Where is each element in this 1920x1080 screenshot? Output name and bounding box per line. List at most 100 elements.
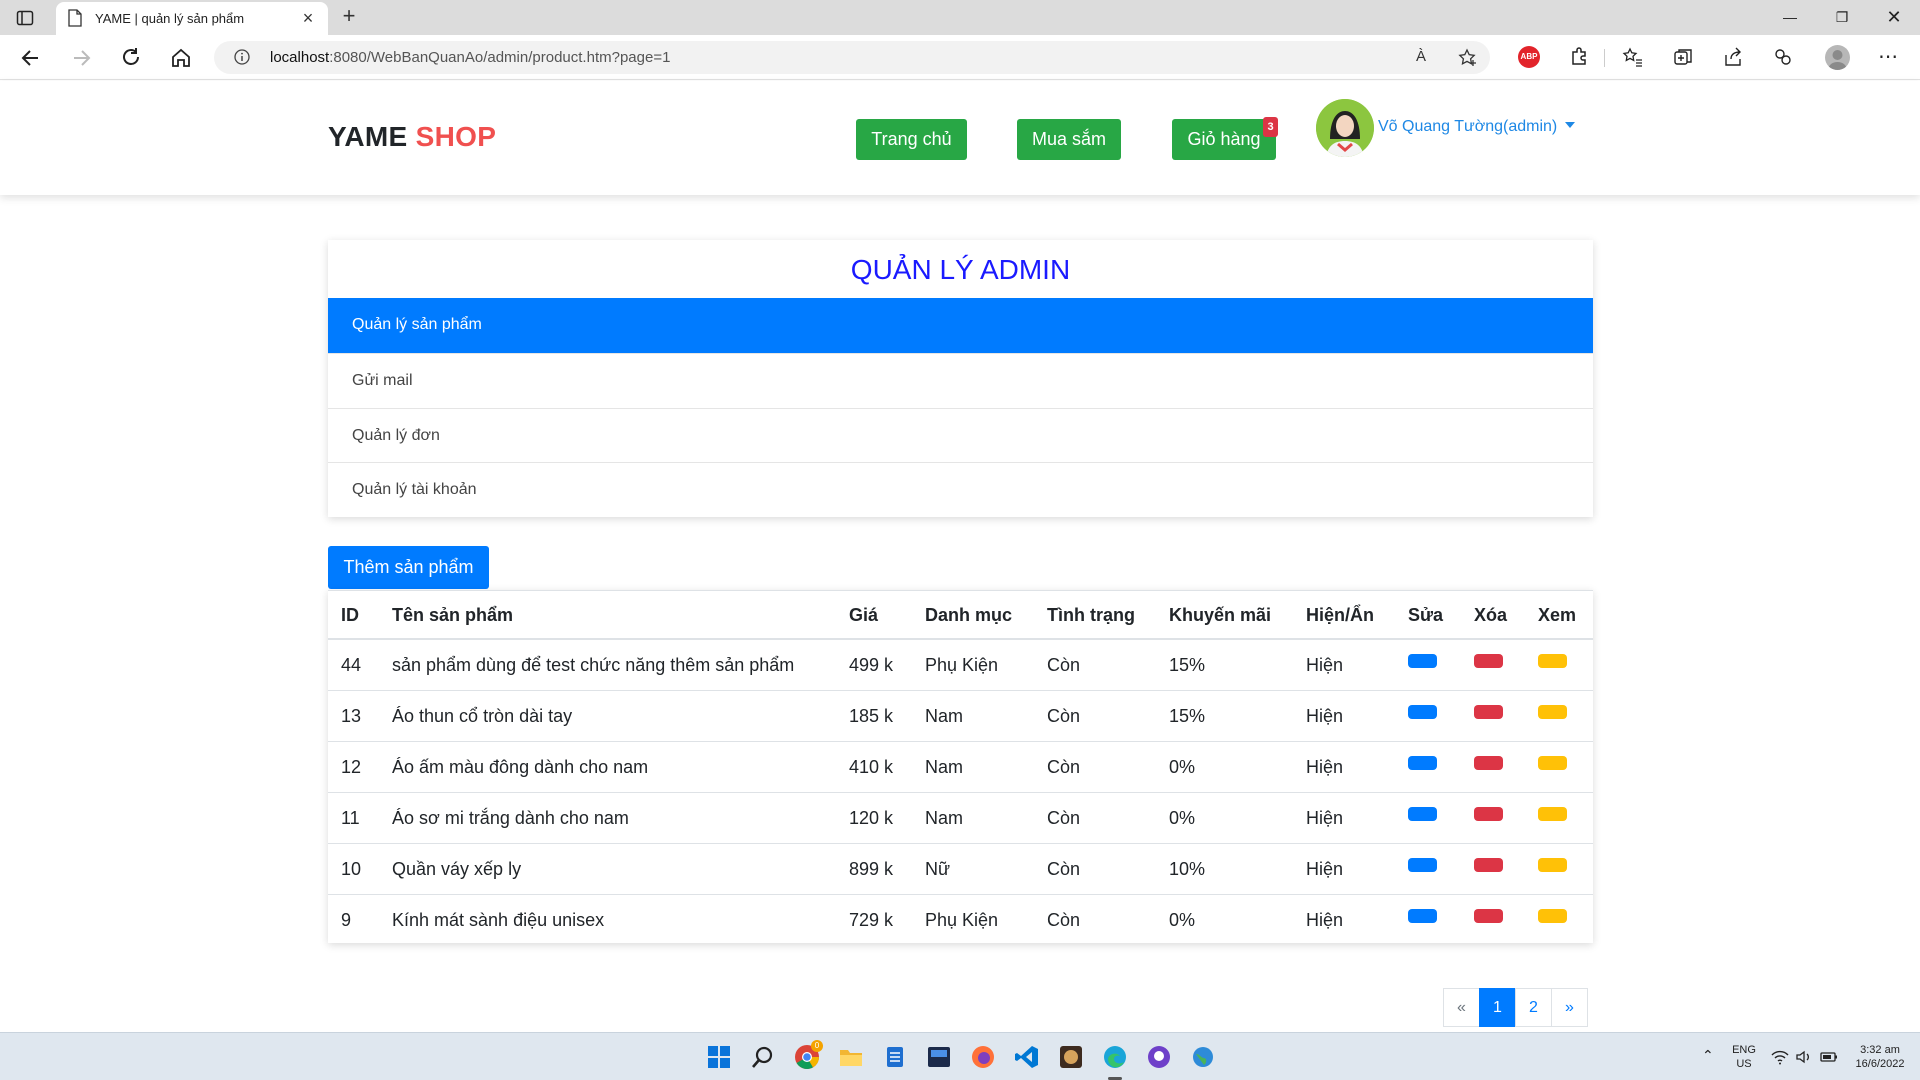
back-icon[interactable]	[18, 45, 44, 71]
table-header: ID Tên sản phẩm Giá Danh mục Tình trạng …	[328, 590, 1593, 640]
battery-icon[interactable]	[1819, 1048, 1839, 1066]
edit-button[interactable]	[1408, 807, 1437, 821]
favorites-icon[interactable]	[1622, 46, 1644, 68]
delete-button[interactable]	[1474, 705, 1503, 719]
view-button[interactable]	[1538, 909, 1567, 923]
edit-button[interactable]	[1408, 858, 1437, 872]
edit-button[interactable]	[1408, 756, 1437, 770]
new-tab-icon[interactable]: +	[338, 5, 360, 28]
user-avatar[interactable]	[1316, 99, 1374, 157]
header-edit: Sửa	[1408, 605, 1444, 625]
cell-category: Phụ Kiện	[925, 655, 999, 675]
brand-logo[interactable]: YAME SHOP	[328, 121, 496, 153]
browser-tab-bar: YAME | quản lý sản phẩm × + — ❐ ✕	[0, 0, 1920, 35]
browser-tab[interactable]: YAME | quản lý sản phẩm ×	[56, 2, 328, 35]
edit-button[interactable]	[1408, 654, 1437, 668]
header-visibility: Hiện/Ẩn	[1306, 605, 1375, 625]
header-name: Tên sản phẩm	[392, 605, 514, 625]
cell-status: Còn	[1047, 859, 1081, 879]
admin-menu-accounts[interactable]: Quản lý tài khoản	[328, 462, 1593, 517]
cell-category: Nữ	[925, 859, 951, 879]
tray-overflow-icon[interactable]: ⌃	[1702, 1047, 1714, 1064]
admin-menu-send-mail[interactable]: Gửi mail	[328, 353, 1593, 408]
view-button[interactable]	[1538, 654, 1567, 668]
delete-button[interactable]	[1474, 756, 1503, 770]
nav-shop-button[interactable]: Mua sắm	[1017, 119, 1121, 160]
github-desktop-icon[interactable]	[1146, 1044, 1172, 1070]
firefox-icon[interactable]	[970, 1044, 996, 1070]
edit-button[interactable]	[1408, 909, 1437, 923]
favorite-add-icon[interactable]	[1458, 48, 1478, 68]
volume-icon[interactable]	[1795, 1048, 1813, 1066]
view-button[interactable]	[1538, 756, 1567, 770]
edge-icon[interactable]	[1102, 1044, 1128, 1070]
profile-avatar[interactable]	[1825, 45, 1850, 70]
pagination: « 1 2 »	[1443, 988, 1588, 1027]
search-icon[interactable]	[750, 1044, 776, 1070]
page-next-button[interactable]: »	[1551, 988, 1588, 1027]
cell-id: 10	[341, 859, 362, 879]
read-aloud-icon[interactable]: À	[1416, 48, 1436, 68]
chrome-badge: 0	[811, 1040, 823, 1052]
globe-app-icon[interactable]	[1190, 1044, 1216, 1070]
clock[interactable]: 3:32 am 16/6/2022	[1848, 1043, 1912, 1071]
page-1-button[interactable]: 1	[1479, 988, 1516, 1027]
workspace-icon[interactable]	[1772, 46, 1794, 68]
delete-button[interactable]	[1474, 654, 1503, 668]
delete-button[interactable]	[1474, 909, 1503, 923]
page-prev-button[interactable]: «	[1443, 988, 1480, 1027]
collections-icon[interactable]	[1672, 46, 1694, 68]
file-explorer-icon[interactable]	[838, 1044, 864, 1070]
cell-visibility: Hiện	[1306, 859, 1344, 879]
cart-count-badge: 3	[1263, 117, 1278, 137]
address-bar[interactable]: localhost:8080/WebBanQuanAo/admin/produc…	[214, 41, 1490, 74]
add-product-button[interactable]: Thêm sản phẩm	[328, 546, 489, 589]
delete-button[interactable]	[1474, 858, 1503, 872]
table-row: 12 Áo ấm màu đông dành cho nam 410 k Nam…	[328, 742, 1593, 793]
close-window-icon[interactable]: ✕	[1878, 6, 1910, 28]
cell-category: Nam	[925, 808, 964, 828]
refresh-icon[interactable]	[118, 45, 144, 71]
nav-cart-button[interactable]: Giỏ hàng 3	[1172, 117, 1278, 160]
start-icon[interactable]	[706, 1044, 732, 1070]
view-button[interactable]	[1538, 858, 1567, 872]
cell-name: Áo sơ mi trắng dành cho nam	[392, 808, 629, 828]
cell-status: Còn	[1047, 808, 1081, 828]
site-info-icon[interactable]	[234, 49, 250, 65]
url-text[interactable]: localhost:8080/WebBanQuanAo/admin/produc…	[270, 49, 670, 66]
nav-home-button[interactable]: Trang chủ	[856, 119, 967, 160]
restore-icon[interactable]: ❐	[1826, 6, 1858, 28]
wifi-icon[interactable]	[1771, 1048, 1789, 1066]
cell-status: Còn	[1047, 757, 1081, 777]
admin-menu-orders[interactable]: Quản lý đơn	[328, 408, 1593, 463]
forward-icon[interactable]	[68, 45, 94, 71]
header-delete: Xóa	[1474, 605, 1508, 625]
settings-menu-icon[interactable]: ⋯	[1878, 47, 1898, 67]
notepad-icon[interactable]	[882, 1044, 908, 1070]
tab-close-icon[interactable]: ×	[300, 9, 316, 27]
admin-menu-products[interactable]: Quản lý sản phẩm	[328, 298, 1593, 353]
edit-button[interactable]	[1408, 705, 1437, 719]
view-button[interactable]	[1538, 705, 1567, 719]
minimize-icon[interactable]: —	[1774, 6, 1806, 28]
dev-tool-icon[interactable]	[926, 1044, 952, 1070]
app-icon[interactable]	[1058, 1044, 1084, 1070]
share-icon[interactable]	[1722, 46, 1744, 68]
user-menu-dropdown[interactable]: Võ Quang Tường(admin)	[1378, 118, 1576, 136]
delete-button[interactable]	[1474, 807, 1503, 821]
home-icon[interactable]	[168, 45, 194, 71]
nav-cart-label: Giỏ hàng	[1187, 129, 1261, 149]
chrome-icon[interactable]: 0	[794, 1040, 823, 1070]
adblock-icon[interactable]: ABP	[1518, 46, 1540, 68]
cell-discount: 0%	[1169, 757, 1196, 777]
tab-actions-icon[interactable]	[16, 9, 34, 27]
header-view: Xem	[1538, 605, 1577, 625]
view-button[interactable]	[1538, 807, 1567, 821]
cell-status: Còn	[1047, 910, 1081, 930]
table-row: 44 sản phẩm dùng để test chức năng thêm …	[328, 640, 1593, 691]
language-indicator[interactable]: ENG US	[1729, 1043, 1759, 1071]
vscode-icon[interactable]	[1014, 1044, 1040, 1070]
cell-price: 729 k	[849, 910, 894, 930]
extensions-icon[interactable]	[1568, 46, 1590, 68]
page-2-button[interactable]: 2	[1515, 988, 1552, 1027]
